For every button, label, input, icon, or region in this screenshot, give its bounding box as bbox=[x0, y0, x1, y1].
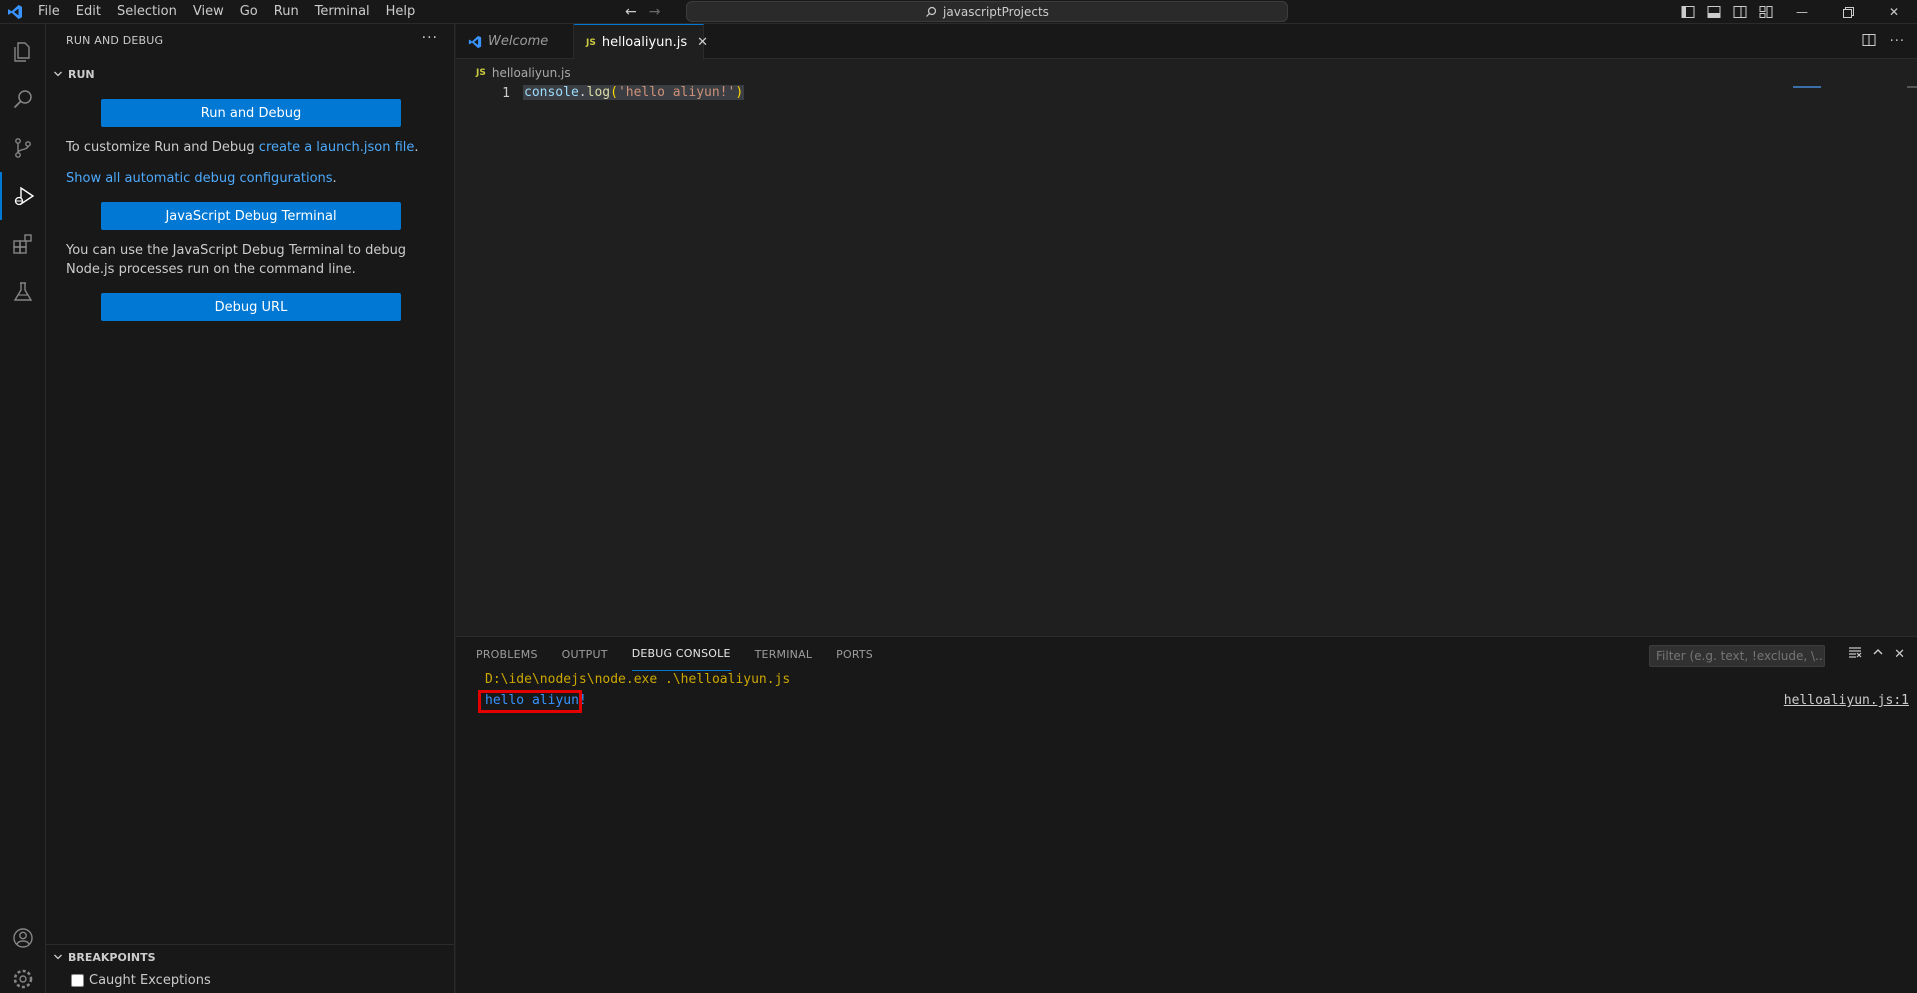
line-number: 1 bbox=[502, 86, 510, 101]
close-window-icon[interactable]: ✕ bbox=[1871, 0, 1917, 24]
run-and-debug-sidebar: RUN AND DEBUG ··· RUN Run and Debug To c… bbox=[46, 24, 455, 993]
menu-selection[interactable]: Selection bbox=[109, 0, 185, 24]
manage-gear-icon[interactable] bbox=[0, 955, 46, 993]
javascript-file-icon: JS bbox=[476, 68, 486, 78]
customize-run-text: To customize Run and Debug create a laun… bbox=[66, 138, 446, 157]
editor-more-actions-icon[interactable]: ··· bbox=[1890, 34, 1905, 49]
run-and-debug-icon[interactable] bbox=[0, 172, 46, 220]
customize-layout-icon[interactable] bbox=[1753, 0, 1779, 24]
javascript-file-icon: JS bbox=[586, 37, 596, 48]
activity-bar bbox=[0, 24, 46, 993]
editor-scrollbar[interactable] bbox=[1907, 86, 1917, 88]
code-line[interactable]: console.log('hello aliyun!') bbox=[523, 85, 745, 100]
vscode-logo-icon bbox=[468, 35, 482, 48]
back-arrow-icon[interactable]: ← bbox=[625, 4, 637, 20]
run-section-header[interactable]: RUN bbox=[46, 63, 455, 85]
menu-view[interactable]: View bbox=[185, 0, 232, 24]
chevron-down-icon bbox=[50, 69, 66, 79]
command-center-label: javascriptProjects bbox=[943, 4, 1049, 19]
menu-terminal[interactable]: Terminal bbox=[307, 0, 378, 24]
tab-debug-console[interactable]: DEBUG CONSOLE bbox=[631, 637, 731, 671]
code-editor[interactable]: 1 console.log('hello aliyun!') bbox=[456, 82, 1917, 635]
menu-go[interactable]: Go bbox=[232, 0, 266, 24]
extensions-icon[interactable] bbox=[0, 220, 46, 268]
toggle-secondary-sidebar-icon[interactable] bbox=[1727, 0, 1753, 24]
tab-output[interactable]: OUTPUT bbox=[562, 637, 608, 671]
customize-label: To customize Run and Debug bbox=[66, 140, 259, 155]
js-debug-description: You can use the JavaScript Debug Termina… bbox=[66, 243, 407, 277]
token-open-paren: ( bbox=[610, 85, 618, 100]
token-console: console bbox=[524, 85, 579, 100]
debug-url-button[interactable]: Debug URL bbox=[101, 293, 401, 321]
editor-tab-bar: Welcome JS helloaliyun.js ✕ ··· bbox=[456, 24, 1917, 60]
caught-exceptions-label: Caught Exceptions bbox=[89, 973, 211, 988]
run-and-debug-button[interactable]: Run and Debug bbox=[101, 99, 401, 127]
source-location-link[interactable]: helloaliyun.js:1 bbox=[1784, 693, 1909, 708]
explorer-icon[interactable] bbox=[0, 28, 46, 76]
tab-helloaliyun-js[interactable]: JS helloaliyun.js ✕ bbox=[574, 24, 708, 60]
customize-suffix: . bbox=[414, 140, 419, 155]
forward-arrow-icon[interactable]: → bbox=[649, 4, 661, 20]
panel-tabs: PROBLEMS OUTPUT DEBUG CONSOLE TERMINAL P… bbox=[476, 637, 873, 671]
token-log: log bbox=[586, 85, 611, 100]
close-tab-icon[interactable]: ✕ bbox=[697, 35, 708, 50]
restore-icon[interactable] bbox=[1825, 0, 1871, 24]
panel-actions: ✕ bbox=[1848, 643, 1905, 665]
show-configs-suffix: . bbox=[332, 171, 337, 186]
tab-terminal[interactable]: TERMINAL bbox=[755, 637, 813, 671]
bottom-panel: PROBLEMS OUTPUT DEBUG CONSOLE TERMINAL P… bbox=[456, 636, 1917, 993]
tab-file-label: helloaliyun.js bbox=[601, 35, 688, 50]
token-close-paren: ) bbox=[735, 85, 744, 100]
menu-run[interactable]: Run bbox=[266, 0, 307, 24]
console-command-line: D:\ide\nodejs\node.exe .\helloaliyun.js bbox=[485, 672, 791, 687]
console-output-line: hello aliyun! bbox=[485, 693, 587, 708]
maximize-panel-icon[interactable] bbox=[1872, 646, 1884, 662]
more-actions-icon[interactable]: ··· bbox=[422, 30, 438, 46]
breakpoints-section-label: BREAKPOINTS bbox=[68, 950, 156, 964]
breakpoints-section-header[interactable]: BREAKPOINTS bbox=[46, 946, 455, 968]
minimap[interactable] bbox=[1793, 86, 1821, 88]
editor-actions: ··· bbox=[1862, 24, 1905, 59]
token-dot: . bbox=[578, 85, 587, 100]
minimize-icon[interactable]: — bbox=[1779, 0, 1825, 24]
menu-file[interactable]: File bbox=[30, 0, 68, 24]
sidebar-title: RUN AND DEBUG bbox=[66, 34, 164, 47]
menu-bar: File Edit Selection View Go Run Terminal… bbox=[30, 0, 423, 24]
debug-console-filter-input[interactable] bbox=[1649, 645, 1825, 667]
search-view-icon[interactable] bbox=[0, 76, 46, 124]
navigation-arrows: ← → bbox=[625, 0, 660, 24]
tab-ports[interactable]: PORTS bbox=[836, 637, 873, 671]
title-bar: File Edit Selection View Go Run Terminal… bbox=[0, 0, 1917, 24]
javascript-debug-terminal-button[interactable]: JavaScript Debug Terminal bbox=[101, 202, 401, 230]
title-actions: — ✕ bbox=[1675, 0, 1917, 24]
chevron-down-icon bbox=[50, 952, 66, 962]
show-configs-text: Show all automatic debug configurations. bbox=[66, 169, 446, 188]
create-launch-json-link[interactable]: create a launch.json file bbox=[259, 140, 415, 155]
breakpoints-divider bbox=[46, 944, 455, 945]
clear-console-icon[interactable] bbox=[1848, 645, 1862, 663]
menu-help[interactable]: Help bbox=[378, 0, 424, 24]
vscode-logo-icon bbox=[0, 0, 30, 24]
tab-welcome-label: Welcome bbox=[488, 34, 549, 49]
caught-exceptions-option[interactable]: Caught Exceptions bbox=[71, 973, 211, 988]
command-center-search[interactable]: javascriptProjects bbox=[686, 1, 1288, 22]
breadcrumb: JS helloaliyun.js bbox=[476, 66, 571, 80]
toggle-panel-icon[interactable] bbox=[1701, 0, 1727, 24]
source-control-icon[interactable] bbox=[0, 124, 46, 172]
search-icon bbox=[926, 6, 937, 17]
toggle-primary-sidebar-icon[interactable] bbox=[1675, 0, 1701, 24]
testing-flask-icon[interactable] bbox=[0, 268, 46, 316]
close-panel-icon[interactable]: ✕ bbox=[1894, 647, 1905, 662]
breadcrumb-file[interactable]: helloaliyun.js bbox=[492, 66, 571, 80]
split-editor-icon[interactable] bbox=[1862, 33, 1876, 51]
caught-exceptions-checkbox[interactable] bbox=[71, 974, 84, 987]
tab-problems[interactable]: PROBLEMS bbox=[476, 637, 538, 671]
token-string: 'hello aliyun!' bbox=[617, 85, 736, 100]
tab-welcome[interactable]: Welcome bbox=[456, 24, 574, 59]
run-section-label: RUN bbox=[68, 67, 95, 81]
show-automatic-configs-link[interactable]: Show all automatic debug configurations bbox=[66, 171, 333, 186]
menu-edit[interactable]: Edit bbox=[68, 0, 109, 24]
